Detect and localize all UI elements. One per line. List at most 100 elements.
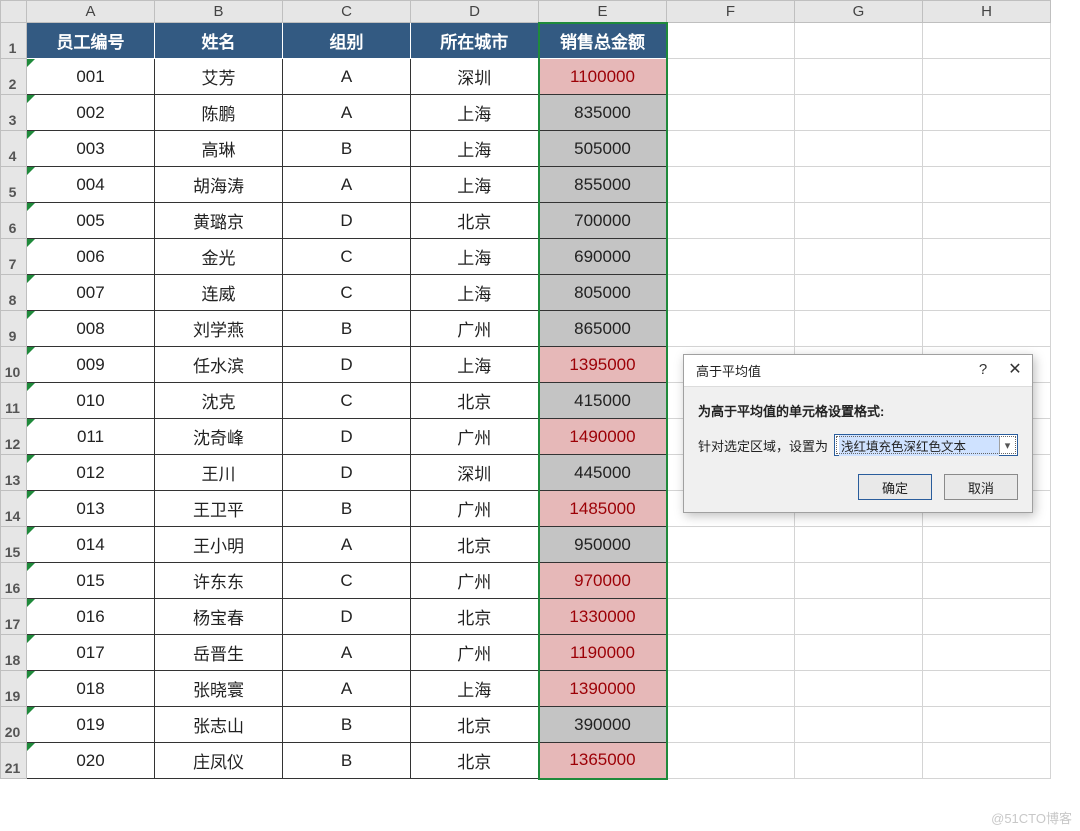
row-header[interactable]: 16 bbox=[1, 563, 27, 599]
cell-name[interactable]: 沈奇峰 bbox=[155, 419, 283, 455]
empty-cell[interactable] bbox=[667, 23, 795, 59]
cell-name[interactable]: 庄凤仪 bbox=[155, 743, 283, 779]
col-header-b[interactable]: B bbox=[155, 1, 283, 23]
row-header[interactable]: 2 bbox=[1, 59, 27, 95]
empty-cell[interactable] bbox=[795, 239, 923, 275]
empty-cell[interactable] bbox=[795, 131, 923, 167]
cell-id[interactable]: 013 bbox=[27, 491, 155, 527]
cell-name[interactable]: 胡海涛 bbox=[155, 167, 283, 203]
empty-cell[interactable] bbox=[923, 23, 1051, 59]
col-header-f[interactable]: F bbox=[667, 1, 795, 23]
cell-name[interactable]: 任水滨 bbox=[155, 347, 283, 383]
ok-button[interactable]: 确定 bbox=[858, 474, 932, 500]
cell-city[interactable]: 北京 bbox=[411, 527, 539, 563]
cell-id[interactable]: 017 bbox=[27, 635, 155, 671]
cell-id[interactable]: 012 bbox=[27, 455, 155, 491]
empty-cell[interactable] bbox=[795, 167, 923, 203]
cell-amount[interactable]: 950000 bbox=[539, 527, 667, 563]
empty-cell[interactable] bbox=[923, 95, 1051, 131]
empty-cell[interactable] bbox=[795, 275, 923, 311]
cell-group[interactable]: D bbox=[283, 455, 411, 491]
empty-cell[interactable] bbox=[923, 671, 1051, 707]
cell-name[interactable]: 陈鹏 bbox=[155, 95, 283, 131]
cell-name[interactable]: 高琳 bbox=[155, 131, 283, 167]
cell-group[interactable]: C bbox=[283, 275, 411, 311]
cell-amount[interactable]: 835000 bbox=[539, 95, 667, 131]
row-header[interactable]: 21 bbox=[1, 743, 27, 779]
row-header[interactable]: 19 bbox=[1, 671, 27, 707]
cell-id[interactable]: 004 bbox=[27, 167, 155, 203]
cell-name[interactable]: 王小明 bbox=[155, 527, 283, 563]
cell-amount[interactable]: 970000 bbox=[539, 563, 667, 599]
cell-amount[interactable]: 855000 bbox=[539, 167, 667, 203]
cell-group[interactable]: C bbox=[283, 383, 411, 419]
row-header[interactable]: 5 bbox=[1, 167, 27, 203]
col-header-h[interactable]: H bbox=[923, 1, 1051, 23]
empty-cell[interactable] bbox=[923, 563, 1051, 599]
cell-id[interactable]: 011 bbox=[27, 419, 155, 455]
empty-cell[interactable] bbox=[923, 743, 1051, 779]
row-header[interactable]: 13 bbox=[1, 455, 27, 491]
cell-amount[interactable]: 415000 bbox=[539, 383, 667, 419]
empty-cell[interactable] bbox=[667, 671, 795, 707]
close-icon[interactable]: ✕ bbox=[1006, 362, 1024, 380]
cell-id[interactable]: 003 bbox=[27, 131, 155, 167]
cell-city[interactable]: 上海 bbox=[411, 167, 539, 203]
cell-group[interactable]: A bbox=[283, 635, 411, 671]
cell-group[interactable]: A bbox=[283, 95, 411, 131]
row-header[interactable]: 17 bbox=[1, 599, 27, 635]
header-cell[interactable]: 所在城市 bbox=[411, 23, 539, 59]
empty-cell[interactable] bbox=[667, 707, 795, 743]
cell-group[interactable]: B bbox=[283, 311, 411, 347]
header-cell[interactable]: 员工编号 bbox=[27, 23, 155, 59]
cell-city[interactable]: 广州 bbox=[411, 311, 539, 347]
cell-id[interactable]: 010 bbox=[27, 383, 155, 419]
cell-id[interactable]: 018 bbox=[27, 671, 155, 707]
cell-city[interactable]: 广州 bbox=[411, 419, 539, 455]
row-header[interactable]: 8 bbox=[1, 275, 27, 311]
cell-name[interactable]: 许东东 bbox=[155, 563, 283, 599]
empty-cell[interactable] bbox=[795, 59, 923, 95]
cell-amount[interactable]: 1485000 bbox=[539, 491, 667, 527]
cell-group[interactable]: A bbox=[283, 671, 411, 707]
empty-cell[interactable] bbox=[795, 671, 923, 707]
empty-cell[interactable] bbox=[923, 311, 1051, 347]
empty-cell[interactable] bbox=[923, 131, 1051, 167]
col-header-a[interactable]: A bbox=[27, 1, 155, 23]
empty-cell[interactable] bbox=[923, 599, 1051, 635]
cell-city[interactable]: 北京 bbox=[411, 599, 539, 635]
row-header[interactable]: 15 bbox=[1, 527, 27, 563]
cell-amount[interactable]: 1100000 bbox=[539, 59, 667, 95]
format-combo[interactable]: 浅红填充色深红色文本 ▾ bbox=[834, 434, 1018, 456]
col-header-e[interactable]: E bbox=[539, 1, 667, 23]
row-header[interactable]: 18 bbox=[1, 635, 27, 671]
cell-city[interactable]: 北京 bbox=[411, 383, 539, 419]
cell-amount[interactable]: 1390000 bbox=[539, 671, 667, 707]
cell-id[interactable]: 002 bbox=[27, 95, 155, 131]
cell-amount[interactable]: 865000 bbox=[539, 311, 667, 347]
header-cell[interactable]: 销售总金额 bbox=[539, 23, 667, 59]
cell-name[interactable]: 艾芳 bbox=[155, 59, 283, 95]
row-header[interactable]: 10 bbox=[1, 347, 27, 383]
cell-amount[interactable]: 700000 bbox=[539, 203, 667, 239]
cell-name[interactable]: 王川 bbox=[155, 455, 283, 491]
cell-group[interactable]: D bbox=[283, 419, 411, 455]
cell-name[interactable]: 沈克 bbox=[155, 383, 283, 419]
cell-amount[interactable]: 445000 bbox=[539, 455, 667, 491]
empty-cell[interactable] bbox=[923, 707, 1051, 743]
cell-id[interactable]: 009 bbox=[27, 347, 155, 383]
row-header[interactable]: 14 bbox=[1, 491, 27, 527]
empty-cell[interactable] bbox=[667, 311, 795, 347]
cell-group[interactable]: B bbox=[283, 131, 411, 167]
cell-name[interactable]: 金光 bbox=[155, 239, 283, 275]
row-header[interactable]: 7 bbox=[1, 239, 27, 275]
empty-cell[interactable] bbox=[795, 311, 923, 347]
cell-name[interactable]: 连威 bbox=[155, 275, 283, 311]
row-header[interactable]: 4 bbox=[1, 131, 27, 167]
cell-group[interactable]: B bbox=[283, 743, 411, 779]
cell-city[interactable]: 上海 bbox=[411, 671, 539, 707]
empty-cell[interactable] bbox=[667, 563, 795, 599]
empty-cell[interactable] bbox=[667, 59, 795, 95]
cell-group[interactable]: A bbox=[283, 527, 411, 563]
empty-cell[interactable] bbox=[923, 59, 1051, 95]
